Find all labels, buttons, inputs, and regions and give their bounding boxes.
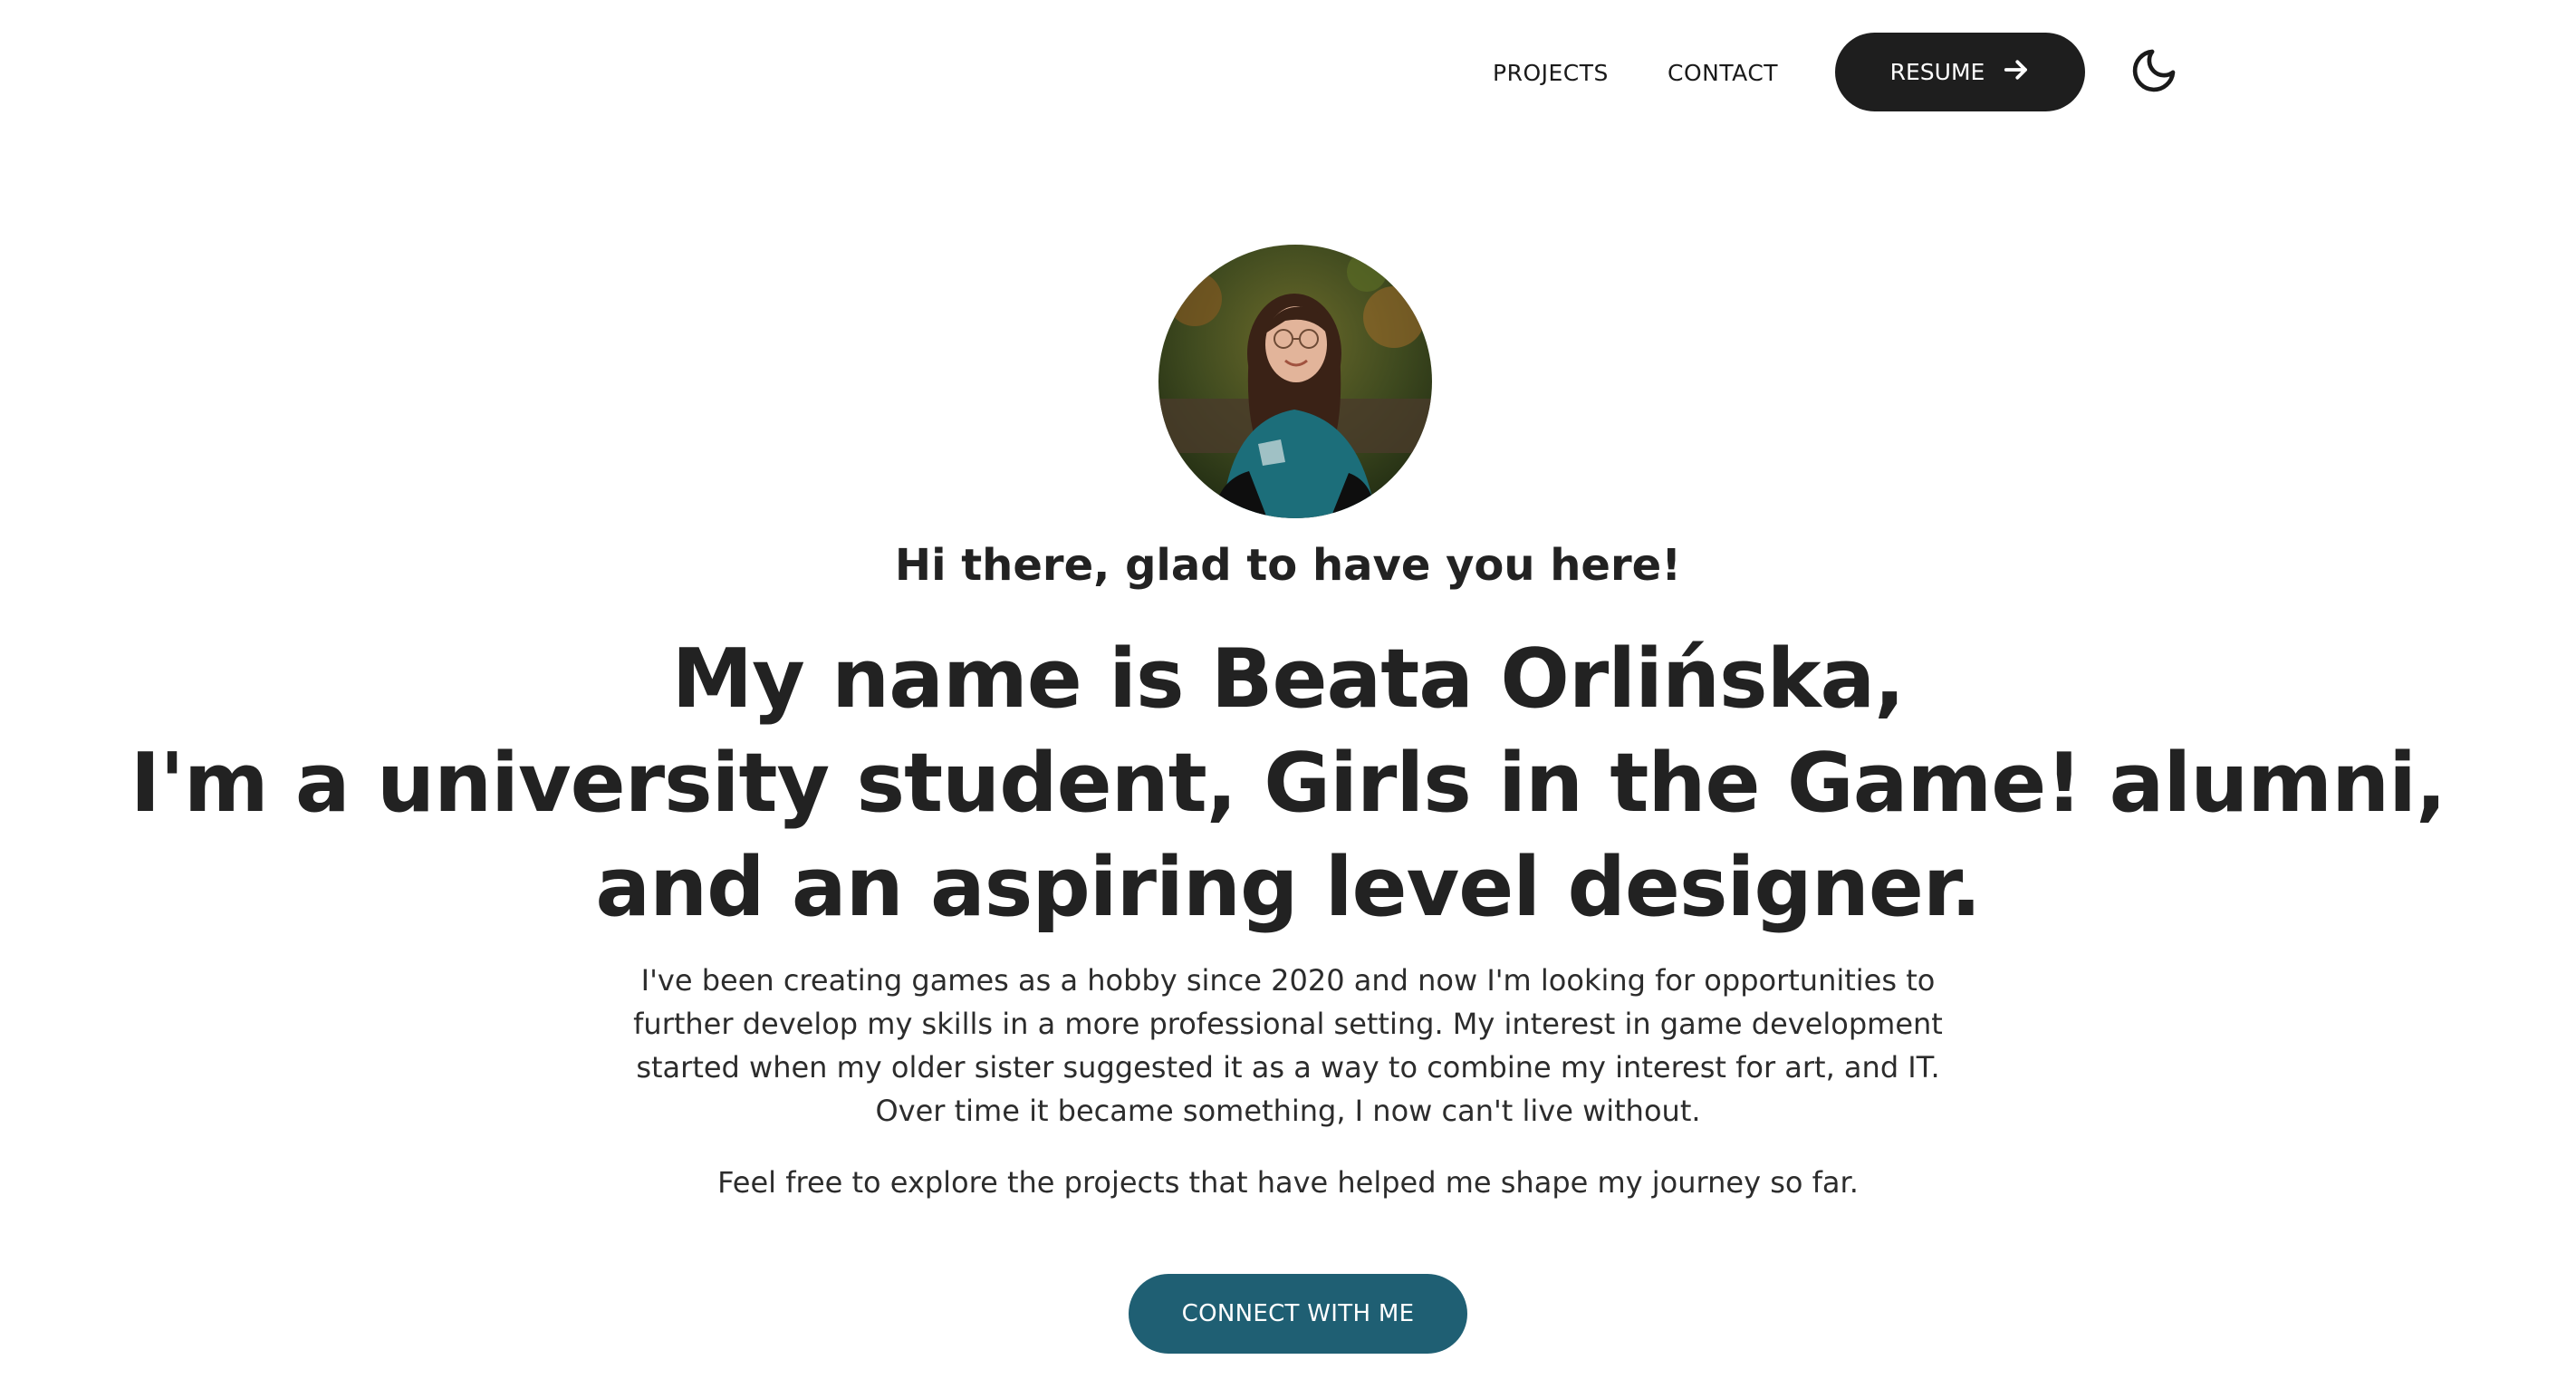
intro-line: started when my older sister suggested i… <box>636 1050 1940 1085</box>
intro-line: further develop my skills in a more prof… <box>633 1007 1943 1041</box>
headline-line: and an aspiring level designer. <box>595 840 1981 935</box>
intro-paragraph: I've been creating games as a hobby sinc… <box>0 959 2576 1133</box>
profile-photo <box>1158 245 1432 518</box>
greeting-heading: Hi there, glad to have you here! <box>894 540 1682 591</box>
explore-text: Feel free to explore the projects that h… <box>717 1165 1859 1200</box>
arrow-right-icon <box>2003 56 2030 89</box>
headline-line: I'm a university student, Girls in the G… <box>130 736 2446 831</box>
intro-line: I've been creating games as a hobby sinc… <box>640 963 1936 998</box>
page: PROJECTS CONTACT RESUME Hi there, glad t… <box>0 0 2576 1379</box>
intro-line: Over time it became something, I now can… <box>875 1094 1701 1128</box>
moon-icon <box>2129 49 2179 100</box>
headline-line: My name is Beata Orlińska, <box>671 632 1906 727</box>
theme-toggle-button[interactable] <box>2129 45 2179 96</box>
connect-button[interactable]: CONNECT WITH ME <box>1129 1274 1467 1354</box>
resume-button-label: RESUME <box>1889 59 1985 85</box>
nav-link-contact[interactable]: CONTACT <box>1668 60 1778 86</box>
headline: My name is Beata Orlińska, I'm a univers… <box>0 627 2576 940</box>
resume-button[interactable]: RESUME <box>1835 33 2085 111</box>
nav-link-projects[interactable]: PROJECTS <box>1493 60 1609 86</box>
